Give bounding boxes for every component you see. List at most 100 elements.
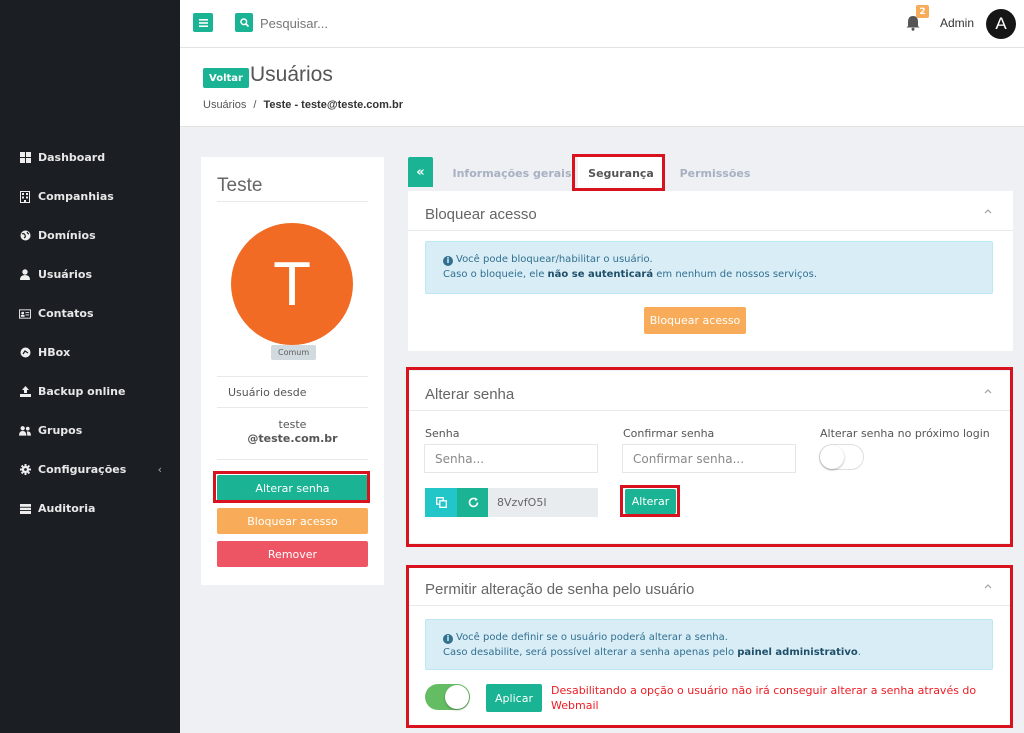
contact-card-icon <box>19 308 31 320</box>
sidebar-item-grupos[interactable]: Grupos <box>0 411 180 450</box>
sidebar-menu: Dashboard Companhias Domínios Usuários C… <box>0 138 180 528</box>
search-input[interactable] <box>260 13 460 33</box>
warning-message: Desabilitando a opção o usuário não irá … <box>551 684 977 712</box>
user-icon <box>19 269 31 281</box>
sidebar-item-label: Backup online <box>38 385 126 398</box>
toggle-knob <box>820 445 844 469</box>
next-login-toggle[interactable] <box>819 444 864 470</box>
refresh-icon <box>468 497 478 508</box>
sidebar-item-label: Companhias <box>38 190 114 203</box>
menu-toggle-button[interactable] <box>193 13 213 32</box>
block-access-panel: Bloquear acesso i Você pode bloquear/habi… <box>408 191 1013 351</box>
block-access-button[interactable]: Bloquear acesso <box>217 508 368 534</box>
info-alert: i Você pode definir se o usuário poderá a… <box>425 619 993 670</box>
breadcrumb-root[interactable]: Usuários <box>203 99 246 111</box>
change-password-submit-button[interactable]: Alterar <box>625 489 676 514</box>
sidebar-item-dashboard[interactable]: Dashboard <box>0 138 180 177</box>
generated-password: 8VzvfO5I <box>488 488 598 517</box>
divider <box>217 376 368 377</box>
divider <box>217 459 368 460</box>
list-icon <box>19 503 31 515</box>
panel-title: Permitir alteração de senha pelo usuário <box>425 581 695 598</box>
breadcrumb: Usuários / Teste - teste@teste.com.br <box>203 99 403 111</box>
info-alert: i Você pode bloquear/habilitar o usuário.… <box>425 241 993 294</box>
profile-card: Teste T Comum Usuário desde teste @teste… <box>201 157 384 585</box>
tab-seguranca[interactable]: Segurança <box>578 157 664 189</box>
chevron-left-icon: ‹ <box>157 463 162 476</box>
user-name[interactable]: Admin <box>940 16 974 30</box>
chevron-up-icon[interactable] <box>983 581 993 591</box>
sidebar-item-label: Contatos <box>38 307 94 320</box>
tab-informacoes-gerais[interactable]: Informações gerais <box>446 157 578 189</box>
sidebar: Dashboard Companhias Domínios Usuários C… <box>0 0 180 733</box>
next-login-label: Alterar senha no próximo login <box>820 427 990 440</box>
sidebar-item-label: Domínios <box>38 229 96 242</box>
toggle-knob <box>445 685 469 709</box>
chevron-up-icon[interactable] <box>983 386 993 396</box>
sidebar-item-configuracoes[interactable]: Configurações ‹ <box>0 450 180 489</box>
page-header: Voltar Usuários Usuários / Teste - teste@t… <box>180 48 1024 127</box>
generate-password-button[interactable] <box>457 488 489 517</box>
profile-avatar: T <box>231 223 353 345</box>
sidebar-item-usuarios[interactable]: Usuários <box>0 255 180 294</box>
grid-icon <box>19 152 31 164</box>
users-icon <box>19 425 31 437</box>
sidebar-item-auditoria[interactable]: Auditoria <box>0 489 180 528</box>
divider <box>217 407 368 408</box>
hbox-icon <box>19 347 31 359</box>
hamburger-icon <box>198 18 208 27</box>
user-domain: @teste.com.br <box>247 432 338 445</box>
block-access-submit-button[interactable]: Bloquear acesso <box>644 307 746 334</box>
search-button[interactable] <box>235 13 253 32</box>
confirm-password-label: Confirmar senha <box>623 427 715 440</box>
copy-icon <box>435 497 447 508</box>
password-label: Senha <box>425 427 460 440</box>
collapse-button[interactable]: « <box>408 157 433 187</box>
globe-icon <box>19 230 31 242</box>
change-password-button[interactable]: Alterar senha <box>217 475 368 501</box>
gear-icon <box>19 464 31 476</box>
breadcrumb-separator: / <box>253 99 257 111</box>
tab-permissoes[interactable]: Permissões <box>670 157 760 189</box>
user-login: teste <box>278 418 307 431</box>
role-badge: Comum <box>271 345 317 360</box>
allow-change-toggle[interactable] <box>425 684 470 710</box>
sidebar-item-label: Auditoria <box>38 502 96 515</box>
info-icon: i <box>443 256 453 266</box>
search-icon <box>239 18 249 27</box>
panel-title: Alterar senha <box>425 386 515 403</box>
tabs: « Informações gerais Segurança Permissõe… <box>408 157 1013 189</box>
sidebar-item-label: HBox <box>38 346 71 359</box>
divider <box>408 230 1013 231</box>
breadcrumb-current: Teste - teste@teste.com.br <box>263 99 403 111</box>
building-icon <box>19 190 31 203</box>
sidebar-item-hbox[interactable]: HBox <box>0 333 180 372</box>
remove-button[interactable]: Remover <box>217 541 368 567</box>
sidebar-item-label: Configurações <box>38 463 127 476</box>
info-icon: i <box>443 634 453 644</box>
password-field[interactable] <box>424 444 598 473</box>
divider <box>217 201 368 202</box>
confirm-password-field[interactable] <box>622 444 796 473</box>
page-title: Usuários <box>250 63 333 86</box>
copy-password-button[interactable] <box>425 488 457 517</box>
sidebar-item-backup-online[interactable]: Backup online <box>0 372 180 411</box>
topbar: 2 Admin A <box>180 0 1024 48</box>
divider <box>408 605 1013 606</box>
upload-icon <box>19 386 31 398</box>
sidebar-item-companhias[interactable]: Companhias <box>0 177 180 216</box>
notification-badge: 2 <box>916 5 929 18</box>
back-button[interactable]: Voltar <box>203 68 249 88</box>
sidebar-item-dominios[interactable]: Domínios <box>0 216 180 255</box>
member-since-label: Usuário desde <box>228 386 307 399</box>
avatar[interactable]: A <box>986 9 1016 39</box>
apply-button[interactable]: Aplicar <box>486 684 542 712</box>
sidebar-item-label: Dashboard <box>38 151 106 164</box>
divider <box>408 410 1013 411</box>
sidebar-item-label: Grupos <box>38 424 83 437</box>
profile-name: Teste <box>217 175 263 196</box>
sidebar-item-label: Usuários <box>38 268 93 281</box>
sidebar-item-contatos[interactable]: Contatos <box>0 294 180 333</box>
panel-title: Bloquear acesso <box>425 206 537 223</box>
chevron-up-icon[interactable] <box>983 206 993 216</box>
